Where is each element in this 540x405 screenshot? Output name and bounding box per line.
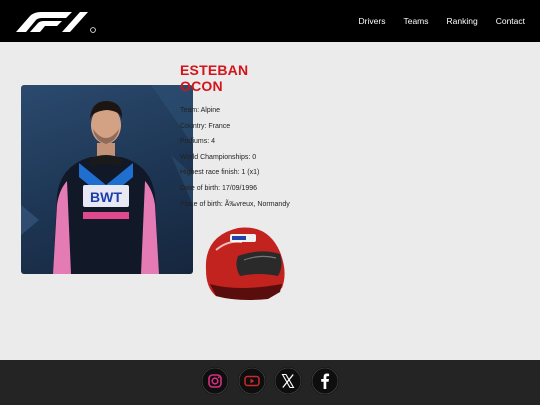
driver-name: ESTEBAN OCON [180,62,260,94]
stat-place-of-birth: Place of birth: Ã‰vreux, Normandy [180,200,290,208]
facebook-icon[interactable] [311,367,339,395]
stat-championships: World Championships: 0 [180,153,257,161]
driver-helmet [198,222,288,304]
nav-drivers[interactable]: Drivers [359,16,386,26]
top-nav-bar: Drivers Teams Ranking Contact [0,0,540,42]
instagram-icon[interactable] [201,367,229,395]
stat-team: Team: Alpine [180,107,221,114]
youtube-icon[interactable] [238,367,266,395]
nav-ranking[interactable]: Ranking [447,16,478,26]
x-icon[interactable] [274,367,302,395]
driver-photo: BWT [21,85,193,274]
driver-stats: Team: Alpine Country: France Podiums: 4 … [180,103,290,212]
nav-contact[interactable]: Contact [496,16,525,26]
driver-first-name: ESTEBAN [180,62,249,78]
f1-logo[interactable] [14,8,100,34]
stat-podiums: Podiums: 4 [180,138,216,146]
nav-teams[interactable]: Teams [403,16,428,26]
svg-text:BWT: BWT [90,189,122,205]
main-nav: Drivers Teams Ranking Contact [341,0,525,42]
stat-country: Country: France [180,122,231,130]
driver-last-name: OCON [180,78,223,94]
footer-bar [0,360,540,405]
stat-date-of-birth: Date of birth: 17/09/1996 [180,184,258,192]
stat-highest-finish: Highest race finish: 1 (x1) [180,169,260,177]
